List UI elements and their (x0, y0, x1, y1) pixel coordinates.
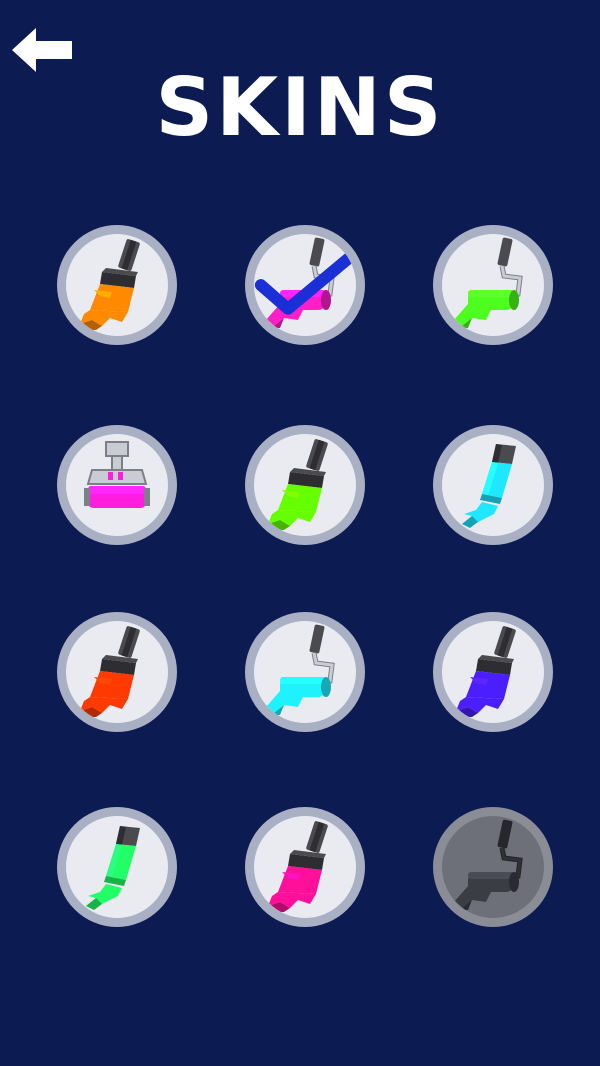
skin-slot (66, 434, 168, 536)
wide-roller-skin-icon (84, 441, 150, 508)
skin-button-5[interactable] (245, 425, 365, 545)
brush-skin-icon (268, 821, 328, 912)
skin-slot (66, 621, 168, 723)
skins-grid (0, 0, 600, 1066)
skin-button-4[interactable] (57, 425, 177, 545)
skin-slot (254, 621, 356, 723)
roller-skin-icon (266, 624, 335, 715)
skin-button-3[interactable] (433, 225, 553, 345)
brush-skin-icon (456, 626, 516, 717)
skin-slot (442, 234, 544, 336)
skin-button-10[interactable] (57, 807, 177, 927)
checkmark-icon (254, 251, 356, 315)
skin-button-8[interactable] (245, 612, 365, 732)
skin-button-2[interactable] (245, 225, 365, 345)
skin-slot (442, 816, 544, 918)
skin-slot (66, 234, 168, 336)
skin-slot (254, 434, 356, 536)
skin-button-11[interactable] (245, 807, 365, 927)
skin-button-1[interactable] (57, 225, 177, 345)
skin-button-12[interactable] (433, 807, 553, 927)
skin-slot (442, 434, 544, 536)
tube-skin-icon (462, 444, 516, 528)
brush-skin-icon (268, 439, 328, 530)
brush-skin-icon (80, 239, 140, 330)
skin-button-7[interactable] (57, 612, 177, 732)
skin-slot (254, 816, 356, 918)
skin-button-9[interactable] (433, 612, 553, 732)
skin-slot (442, 621, 544, 723)
skin-slot (66, 816, 168, 918)
roller-skin-icon (454, 237, 523, 328)
skin-button-6[interactable] (433, 425, 553, 545)
brush-skin-icon (80, 626, 140, 717)
skin-slot (254, 234, 356, 336)
tube-skin-icon (86, 826, 140, 910)
roller-skin-icon (454, 819, 523, 910)
